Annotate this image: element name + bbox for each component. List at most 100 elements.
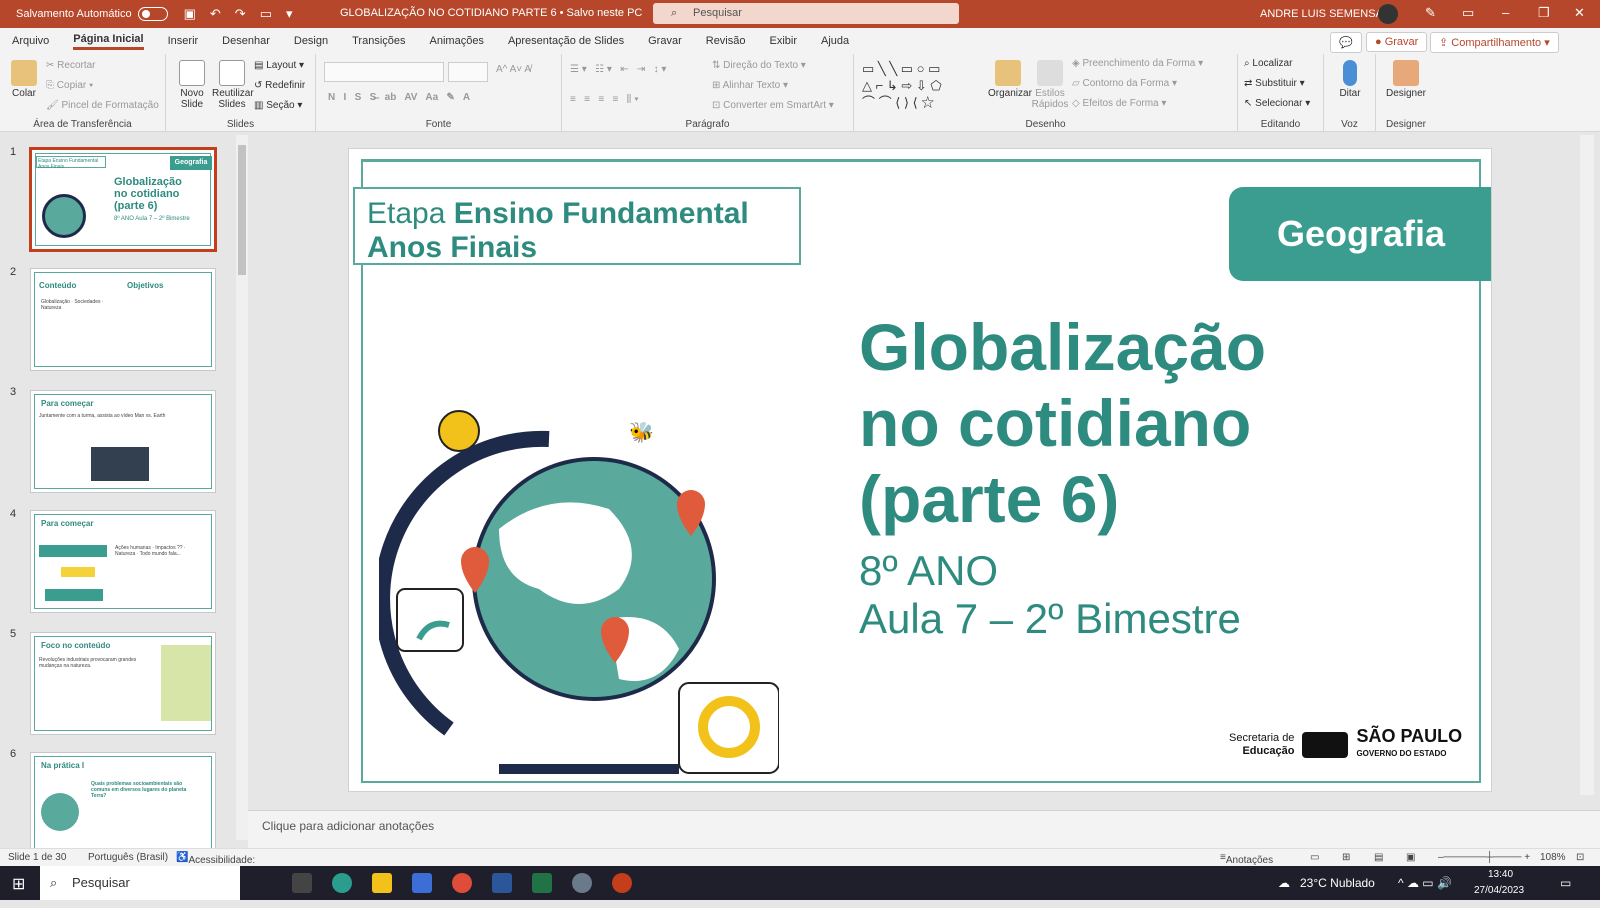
slide-scrollbar[interactable] xyxy=(1580,135,1594,795)
file-explorer-icon[interactable] xyxy=(372,873,392,893)
quick-styles-button[interactable]: Estilos Rápidos xyxy=(1030,60,1070,110)
slide-thumbnail-6[interactable]: Na prática I Quais problemas socioambien… xyxy=(30,752,216,848)
user-name[interactable]: ANDRE LUIS SEMENSATO xyxy=(1260,8,1397,20)
share-button[interactable]: ⇪ Compartilhamento ▾ xyxy=(1430,32,1559,53)
normal-view-icon[interactable]: ▭ xyxy=(1310,852,1319,863)
select-button[interactable]: ↖ Selecionar ▾ xyxy=(1244,98,1310,109)
tab-arquivo[interactable]: Arquivo xyxy=(12,35,49,47)
tab-animacoes[interactable]: Animações xyxy=(430,35,484,47)
section-button[interactable]: ▥ Seção ▾ xyxy=(254,100,302,111)
format-painter-button[interactable]: 🖌 Pincel de Formatação xyxy=(46,100,159,111)
tab-exibir[interactable]: Exibir xyxy=(770,35,798,47)
powerpoint-icon[interactable] xyxy=(612,873,632,893)
notes-toggle[interactable]: ≡ Anotações xyxy=(1220,852,1273,866)
fit-slide-icon[interactable]: ⊡ xyxy=(1576,852,1584,863)
slideshow-icon[interactable]: ▣ xyxy=(1406,852,1415,863)
designer-button[interactable]: Designer xyxy=(1384,60,1428,99)
settings-icon[interactable] xyxy=(572,873,592,893)
minimize-icon[interactable]: – xyxy=(1502,5,1509,20)
redo-icon[interactable]: ↷ xyxy=(235,6,246,22)
store-icon[interactable] xyxy=(412,873,432,893)
present-icon[interactable]: ▭ xyxy=(260,6,272,22)
weather-text[interactable]: 23°C Nublado xyxy=(1300,866,1375,900)
slide-thumbnail-1[interactable]: Etapa Ensino Fundamental Anos Finais Geo… xyxy=(30,148,216,251)
pen-icon[interactable]: ✎ xyxy=(1425,5,1436,21)
customize-qat-icon[interactable]: ▾ xyxy=(286,6,293,22)
text-direction-button[interactable]: ⇅ Direção do Texto ▾ xyxy=(712,60,806,71)
smartart-button[interactable]: ⊡ Converter em SmartArt ▾ xyxy=(712,100,834,111)
new-slide-button[interactable]: Novo Slide xyxy=(172,60,212,110)
slide-thumbnail-2[interactable]: Conteúdo Objetivos Globalização · Socied… xyxy=(30,268,216,371)
maximize-icon[interactable]: ❐ xyxy=(1538,5,1550,21)
edge-icon[interactable] xyxy=(332,873,352,893)
shape-fill-button[interactable]: ◈ Preenchimento da Forma ▾ xyxy=(1072,58,1203,69)
comments-icon[interactable]: 💬 xyxy=(1330,32,1362,53)
bullets-icon[interactable]: ☰ ▾ ☷ ▾ ⇤ ⇥ ↕ ▾ xyxy=(570,64,666,75)
cut-button[interactable]: ✂ Recortar xyxy=(46,60,96,71)
document-title[interactable]: GLOBALIZAÇÃO NO COTIDIANO PARTE 6 • Salv… xyxy=(340,7,642,19)
slide-title[interactable]: Globalização no cotidiano (parte 6) xyxy=(859,309,1339,537)
format-bar[interactable]: N I S S̶ ab AV Aa ✎ A xyxy=(328,92,470,103)
replace-button[interactable]: ⇄ Substituir ▾ xyxy=(1244,78,1305,89)
undo-icon[interactable]: ↶ xyxy=(210,6,221,22)
font-size-select[interactable] xyxy=(448,62,488,82)
autosave[interactable]: Salvamento Automático xyxy=(16,7,168,21)
avatar[interactable] xyxy=(1378,4,1398,24)
slide-thumbnail-5[interactable]: Foco no conteúdo Revoluções industriais … xyxy=(30,632,216,735)
reuse-slides-button[interactable]: Reutilizar Slides xyxy=(212,60,254,110)
layout-button[interactable]: ▤ Layout ▾ xyxy=(254,60,304,71)
close-icon[interactable]: ✕ xyxy=(1574,5,1585,21)
slide[interactable]: Etapa Ensino Fundamental Anos Finais Geo… xyxy=(348,148,1492,792)
thumbnails-scrollbar[interactable] xyxy=(236,135,248,840)
tab-revisao[interactable]: Revisão xyxy=(706,35,746,47)
weather-icon[interactable]: ☁ xyxy=(1278,866,1290,900)
paste-button[interactable]: Colar xyxy=(4,60,44,99)
chrome-icon[interactable] xyxy=(452,873,472,893)
slide-thumbnail-3[interactable]: Para começar Juntamente com a turma, ass… xyxy=(30,390,216,493)
word-icon[interactable] xyxy=(492,873,512,893)
reading-view-icon[interactable]: ▤ xyxy=(1374,852,1383,863)
align-text-button[interactable]: ⊞ Alinhar Texto ▾ xyxy=(712,80,788,91)
reset-button[interactable]: ↺ Redefinir xyxy=(254,80,305,91)
save-icon[interactable]: ▣ xyxy=(184,6,196,22)
tab-apresentacao[interactable]: Apresentação de Slides xyxy=(508,35,624,47)
subject-badge[interactable]: Geografia xyxy=(1229,187,1491,281)
windows-start-icon[interactable]: ⊞ xyxy=(12,874,25,894)
zoom-slider[interactable]: –──────┼──── + xyxy=(1438,852,1530,863)
tab-ajuda[interactable]: Ajuda xyxy=(821,35,849,47)
align-icons[interactable]: ≡ ≡ ≡ ≡ ⫼ ▾ xyxy=(570,94,639,105)
copy-button[interactable]: ⎘ Copiar ▾ xyxy=(46,80,93,91)
ribbon-display-icon[interactable]: ▭ xyxy=(1462,5,1474,21)
language-status[interactable]: Português (Brasil) xyxy=(88,852,168,863)
shapes-gallery[interactable]: ▭ ╲ ╲ ▭ ○ ▭ △ ⌐ ↳ ⇨ ⇩ ⬠ ⌒ ⌒ ⟨ ⟩ ⟨ ☆ xyxy=(862,60,942,111)
shape-outline-button[interactable]: ▱ Contorno da Forma ▾ xyxy=(1072,78,1177,89)
tab-design[interactable]: Design xyxy=(294,35,328,47)
arrange-button[interactable]: Organizar xyxy=(988,60,1032,99)
font-family-select[interactable] xyxy=(324,62,444,82)
tab-gravar[interactable]: Gravar xyxy=(648,35,682,47)
tab-inserir[interactable]: Inserir xyxy=(168,35,199,47)
excel-icon[interactable] xyxy=(532,873,552,893)
taskbar-search-input[interactable]: ⌕ Pesquisar xyxy=(40,866,240,900)
tray-icons[interactable]: ^ ☁ ▭ 🔊 xyxy=(1398,866,1452,900)
tab-desenhar[interactable]: Desenhar xyxy=(222,35,270,47)
etapa-box[interactable]: Etapa Ensino Fundamental Anos Finais xyxy=(353,187,801,265)
shape-effects-button[interactable]: ◇ Efeitos de Forma ▾ xyxy=(1072,98,1166,109)
slide-subtitle[interactable]: 8º ANO Aula 7 – 2º Bimestre xyxy=(859,547,1241,643)
record-button[interactable]: ● Gravar xyxy=(1366,32,1428,52)
scrollbar-thumb[interactable] xyxy=(238,145,246,275)
slide-sorter-icon[interactable]: ⊞ xyxy=(1342,852,1350,863)
tab-transicoes[interactable]: Transições xyxy=(352,35,405,47)
find-button[interactable]: ⌕ Localizar xyxy=(1244,58,1292,69)
dictate-button[interactable]: Ditar xyxy=(1330,60,1370,99)
task-view-icon[interactable] xyxy=(292,873,312,893)
notes-pane[interactable]: Clique para adicionar anotações xyxy=(248,810,1600,848)
tab-pagina-inicial[interactable]: Página Inicial xyxy=(73,33,144,50)
autosave-toggle[interactable] xyxy=(137,7,168,21)
accessibility-status[interactable]: ♿ Acessibilidade: investigar xyxy=(176,852,255,877)
slide-thumbnail-4[interactable]: Para começar Ações humanas · Impactos ??… xyxy=(30,510,216,613)
zoom-level[interactable]: 108% xyxy=(1540,852,1566,863)
search-input[interactable]: ⌕ Pesquisar xyxy=(653,3,959,24)
notifications-icon[interactable]: ▭ xyxy=(1560,866,1571,900)
clock-date[interactable]: 27/04/2023 xyxy=(1474,874,1524,908)
